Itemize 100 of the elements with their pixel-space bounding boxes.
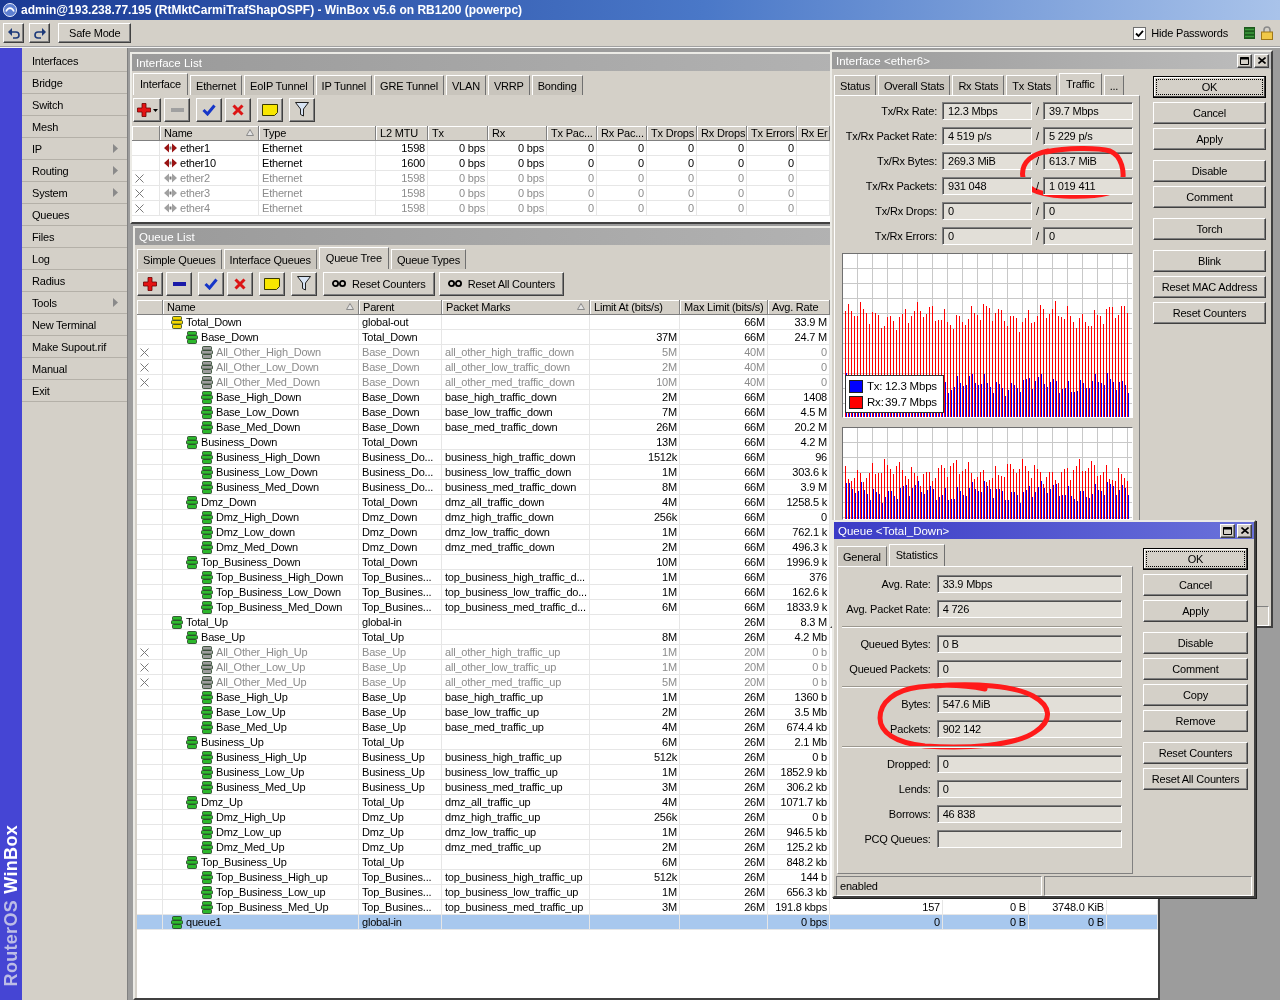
table-row[interactable]: Top_Business_Low_up Top_Busines... top_business_low_traffic_up 1M 26M 656.3 kb <box>137 885 830 900</box>
tab[interactable]: Overall Stats <box>878 75 951 95</box>
table-row[interactable]: Business_High_Down Business_Do... business_high_traffic_down 1512k 66M 96 <box>137 450 830 465</box>
column-header[interactable]: Packet Marks <box>442 300 590 315</box>
filter-button[interactable] <box>291 271 317 296</box>
tab[interactable]: GRE Tunnel <box>374 75 444 95</box>
dialog-button[interactable]: Reset MAC Address <box>1153 276 1266 298</box>
tab[interactable]: Status <box>834 75 876 95</box>
table-row[interactable]: Dmz_Low_up Dmz_Up dmz_low_traffic_up 1M 26M 946.5 kb <box>137 825 830 840</box>
column-header[interactable]: L2 MTU <box>376 126 428 141</box>
table-row[interactable]: Top_Business_Med_Down Top_Busines... top_business_med_traffic_d... 6M 66M 1833.9 k <box>137 600 830 615</box>
table-row[interactable]: Top_Business_High_up Top_Busines... top_business_high_traffic_up 512k 26M 144 b <box>137 870 830 885</box>
sidebar-item[interactable]: Manual <box>22 358 127 380</box>
remove-button[interactable] <box>166 271 192 296</box>
table-row[interactable]: Base_Up Total_Up 8M 26M 4.2 Mb <box>137 630 830 645</box>
column-header[interactable]: Tx Errors <box>747 126 797 141</box>
sidebar-item[interactable]: IP <box>22 138 127 160</box>
column-header[interactable] <box>137 300 163 315</box>
maximize-button[interactable] <box>1220 523 1235 538</box>
reset-counters-button[interactable]: Reset All Counters <box>438 271 565 296</box>
maximize-button[interactable] <box>1237 53 1252 68</box>
sidebar-item[interactable]: Log <box>22 248 127 270</box>
table-row[interactable]: Base_Med_Up Base_Up base_med_traffic_up 4M 26M 674.4 kb <box>137 720 830 735</box>
tab[interactable]: Ethernet <box>190 75 242 95</box>
close-button[interactable] <box>1254 53 1269 68</box>
reset-counters-button[interactable]: Reset Counters <box>323 271 435 296</box>
table-row[interactable]: Base_Med_Down Base_Down base_med_traffic_down 26M 66M 20.2 M <box>137 420 830 435</box>
table-row[interactable]: Business_High_Up Business_Up business_high_traffic_up 512k 26M 0 b <box>137 750 830 765</box>
table-row[interactable]: Business_Med_Down Business_Do... business_med_traffic_down 8M 66M 3.9 M <box>137 480 830 495</box>
dialog-button[interactable]: Cancel <box>1143 574 1248 596</box>
column-header[interactable]: Rx Drops <box>697 126 747 141</box>
tab[interactable]: Queue Tree <box>318 247 389 269</box>
table-row[interactable]: Total_Down global-out 66M 33.9 M <box>137 315 830 330</box>
dialog-button[interactable]: Remove <box>1143 710 1248 732</box>
tab[interactable]: Statistics <box>888 544 945 566</box>
table-row[interactable]: Base_High_Up Base_Up base_high_traffic_up 1M 26M 1360 b <box>137 690 830 705</box>
tab[interactable]: Queue Types <box>390 249 466 269</box>
table-row[interactable]: Dmz_High_Down Dmz_Down dmz_high_traffic_down 256k 66M 0 <box>137 510 830 525</box>
sidebar-item[interactable]: Make Supout.rif <box>22 336 127 358</box>
undo-button[interactable] <box>3 23 24 43</box>
table-row[interactable]: Base_Down Total_Down 37M 66M 24.7 M <box>137 330 830 345</box>
table-row[interactable]: Business_Up Total_Up 6M 26M 2.1 Mb <box>137 735 830 750</box>
dialog-button[interactable]: Comment <box>1153 186 1266 208</box>
table-row[interactable]: Top_Business_Down Total_Down 10M 66M 1996.9 k <box>137 555 830 570</box>
tab[interactable]: Interface Queues <box>223 249 317 269</box>
table-row[interactable]: Top_Business_Low_Down Top_Busines... top_business_low_traffic_do... 1M 66M 162.6 k <box>137 585 830 600</box>
sidebar-item[interactable]: Queues <box>22 204 127 226</box>
table-row[interactable]: Base_High_Down Base_Down base_high_traffic_down 2M 66M 1408 <box>137 390 830 405</box>
dialog-button[interactable]: Apply <box>1153 128 1266 150</box>
tab[interactable]: ... <box>1103 75 1125 95</box>
column-header[interactable]: Type <box>259 126 376 141</box>
sidebar-item[interactable]: New Terminal <box>22 314 127 336</box>
table-row[interactable]: Top_Business_Med_Up Top_Busines... top_business_med_traffic_up 3M 26M 191.8 kbps 157 0 B 3748.0 KiB <box>137 900 1158 915</box>
tab[interactable]: General <box>837 546 887 566</box>
redo-button[interactable] <box>29 23 50 43</box>
table-row[interactable]: Total_Up global-in 26M 8.3 M <box>137 615 830 630</box>
dialog-button[interactable]: OK <box>1153 76 1266 98</box>
sidebar-item[interactable]: Exit <box>22 380 127 402</box>
dialog-button[interactable]: Blink <box>1153 250 1266 272</box>
dialog-button[interactable]: Reset All Counters <box>1143 768 1248 790</box>
table-row[interactable]: queue1 global-in 0 bps 0 0 B 0 B <box>137 915 1158 930</box>
table-row[interactable]: Base_Low_Down Base_Down base_low_traffic_down 7M 66M 4.5 M <box>137 405 830 420</box>
sidebar-item[interactable]: Routing <box>22 160 127 182</box>
column-header[interactable]: Parent <box>359 300 442 315</box>
column-header[interactable]: Name <box>163 300 359 315</box>
table-row[interactable]: Dmz_Up Total_Up dmz_all_traffic_up 4M 26M 1071.7 kb <box>137 795 830 810</box>
table-row[interactable]: Dmz_Down Total_Down dmz_all_traffic_down 4M 66M 1258.5 k <box>137 495 830 510</box>
column-header[interactable]: Rx <box>488 126 547 141</box>
comment-button[interactable] <box>259 271 285 296</box>
enable-button[interactable] <box>198 271 224 296</box>
table-row[interactable]: Dmz_Low_down Dmz_Down dmz_low_traffic_down 1M 66M 762.1 k <box>137 525 830 540</box>
table-row[interactable]: Dmz_High_Up Dmz_Up dmz_high_traffic_up 256k 26M 0 b <box>137 810 830 825</box>
tab[interactable]: IP Tunnel <box>315 75 373 95</box>
checkbox[interactable] <box>1133 26 1147 40</box>
table-row[interactable]: ether10 Ethernet 1600 0 bps 0 bps 0 0 0 0 0 <box>132 156 830 171</box>
tab[interactable]: VLAN <box>445 75 486 95</box>
tab[interactable]: Rx Stats <box>952 75 1005 95</box>
sidebar-item[interactable]: Mesh <box>22 116 127 138</box>
disable-button[interactable] <box>225 97 251 122</box>
dialog-button[interactable]: Apply <box>1143 600 1248 622</box>
table-row[interactable]: Dmz_Med_Up Dmz_Up dmz_med_traffic_up 2M 26M 125.2 kb <box>137 840 830 855</box>
table-row[interactable]: Top_Business_High_Down Top_Busines... top_business_high_traffic_d... 1M 66M 376 <box>137 570 830 585</box>
column-header[interactable]: Avg. Rate <box>768 300 830 315</box>
sidebar-item[interactable]: Files <box>22 226 127 248</box>
tab[interactable]: Traffic <box>1059 73 1102 95</box>
table-row[interactable]: ether1 Ethernet 1598 0 bps 0 bps 0 0 0 0 0 <box>132 141 830 156</box>
table-row[interactable]: Business_Down Total_Down 13M 66M 4.2 M <box>137 435 830 450</box>
add-button[interactable] <box>137 271 163 296</box>
sidebar-item[interactable]: Tools <box>22 292 127 314</box>
filter-button[interactable] <box>289 97 315 122</box>
sidebar-item[interactable]: Switch <box>22 94 127 116</box>
dialog-button[interactable]: Reset Counters <box>1153 302 1266 324</box>
dialog-button[interactable]: Cancel <box>1153 102 1266 124</box>
table-row[interactable]: Business_Low_Down Business_Do... business_low_traffic_down 1M 66M 303.6 k <box>137 465 830 480</box>
dialog-button[interactable]: Copy <box>1143 684 1248 706</box>
close-button[interactable] <box>1237 523 1252 538</box>
column-header[interactable]: Rx Er <box>797 126 830 141</box>
column-header[interactable]: Name <box>160 126 259 141</box>
comment-button[interactable] <box>257 97 283 122</box>
column-header[interactable] <box>132 126 160 141</box>
